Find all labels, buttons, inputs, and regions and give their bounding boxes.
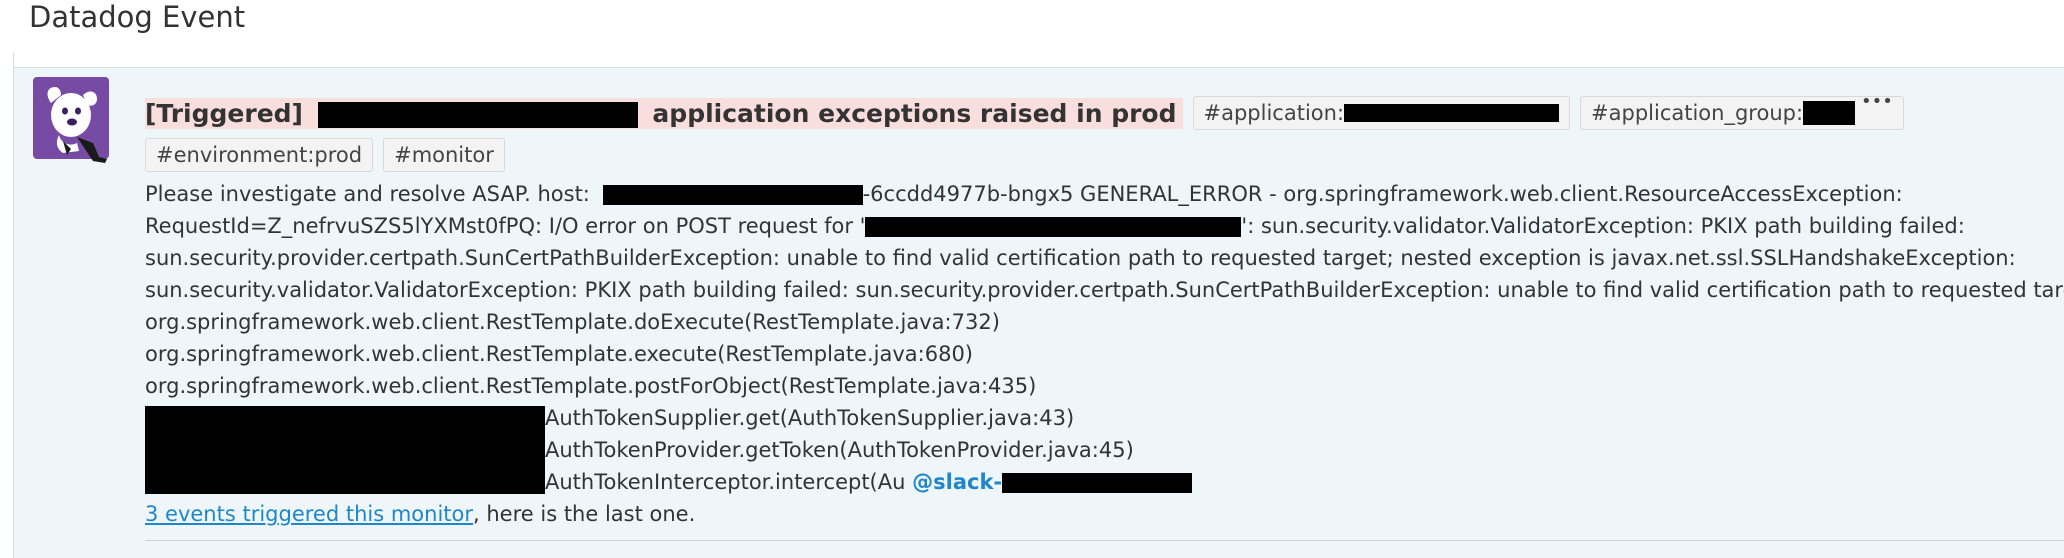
tag-label: #environment:prod: [156, 143, 363, 167]
slack-mention[interactable]: @slack-: [912, 470, 1002, 494]
tag-application-group[interactable]: #application_group: •••: [1580, 91, 1904, 130]
message-text: -6ccdd4977b-bngx5 GENERAL_ERROR - org.sp…: [862, 182, 1903, 206]
message-line: Please investigate and resolve ASAP. hos…: [145, 178, 2045, 210]
footer-text: , here is the last one.: [473, 502, 696, 526]
redacted-tag-value: [1344, 104, 1560, 122]
stack-frame: org.springframework.web.client.RestTempl…: [145, 374, 1037, 398]
event-title-text: application exceptions raised in prod: [652, 98, 1177, 128]
tag-label: #monitor: [394, 143, 494, 167]
event-title-row: [Triggered] application exceptions raise…: [145, 91, 2045, 172]
stack-frame: org.springframework.web.client.RestTempl…: [145, 342, 974, 366]
stack-frame: org.springframework.web.client.RestTempl…: [145, 310, 1000, 334]
tag-monitor[interactable]: #monitor: [383, 138, 505, 172]
datadog-avatar-icon: [33, 77, 109, 163]
redacted-url: [865, 217, 1242, 237]
event-divider: [145, 540, 2064, 541]
message-text: Please investigate and resolve ASAP. hos…: [145, 182, 590, 206]
tag-application[interactable]: #application:: [1192, 96, 1571, 130]
redacted-slack-channel: [1002, 473, 1193, 493]
message-line: RequestId=Z_nefrvuSZS5lYXMst0fPQ: I/O er…: [145, 210, 2045, 242]
message-text: AuthTokenInterceptor.intercept(Au: [545, 470, 906, 494]
message-text: ': sun.security.validator.ValidatorExcep…: [1241, 214, 1965, 238]
ellipsis-icon: •••: [1861, 91, 1893, 112]
redacted-tag-value: [1803, 101, 1856, 125]
tag-environment[interactable]: #environment:prod: [145, 138, 374, 172]
message-text: RequestId=Z_nefrvuSZS5lYXMst0fPQ: I/O er…: [145, 214, 866, 238]
tag-label: #application_group:: [1591, 101, 1804, 125]
message-footer: 3 events triggered this monitor, here is…: [145, 498, 2045, 530]
events-triggered-link[interactable]: 3 events triggered this monitor: [145, 502, 473, 526]
message-line: sun.security.validator.ValidatorExceptio…: [145, 278, 2064, 302]
redacted-package-names: [145, 406, 545, 494]
page-title: Datadog Event: [29, 0, 246, 34]
event-body: [Triggered] application exceptions raise…: [145, 91, 2064, 530]
event-message: Please investigate and resolve ASAP. hos…: [145, 178, 2064, 530]
message-line: sun.security.provider.certpath.SunCertPa…: [145, 246, 2016, 270]
datadog-event-page: Datadog Event [Triggered] application ex…: [0, 0, 2064, 558]
redacted-service-name: [317, 101, 638, 128]
event-title[interactable]: [Triggered] application exceptions raise…: [145, 97, 1183, 129]
event-status: [Triggered]: [145, 98, 303, 128]
redacted-stack-block: AuthTokenSupplier.get(AuthTokenSupplier.…: [145, 402, 2045, 498]
redacted-host: [602, 185, 863, 205]
tag-label: #application:: [1203, 101, 1345, 125]
